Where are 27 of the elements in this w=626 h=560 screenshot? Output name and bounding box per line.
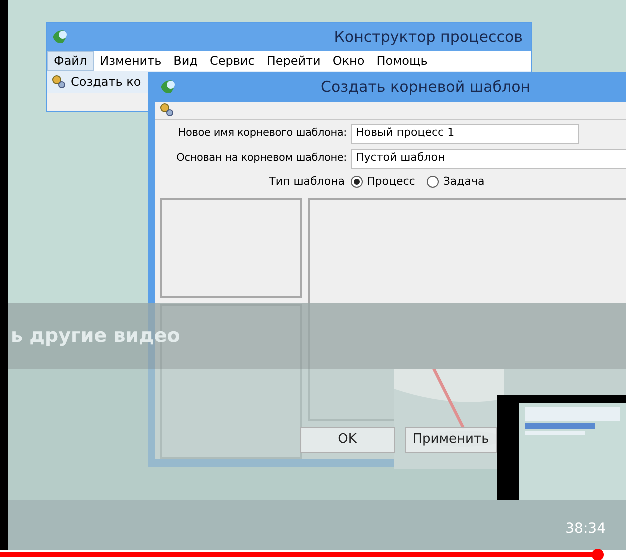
- menu-item[interactable]: Перейти: [260, 52, 327, 70]
- dialog-button[interactable]: Применить: [405, 427, 497, 453]
- text-field[interactable]: Новый процесс 1: [351, 124, 579, 144]
- menu-item[interactable]: Сервис: [204, 52, 261, 70]
- gear-icon: [51, 74, 67, 90]
- toolbar-button[interactable]: Создать ко: [71, 73, 142, 91]
- menu-item[interactable]: Помощь: [370, 52, 434, 70]
- menu-item[interactable]: Окно: [326, 52, 371, 70]
- video-time: 38:34: [566, 520, 606, 539]
- field-label: Основан на корневом шаблоне:: [176, 150, 348, 166]
- text-field[interactable]: Пустой шаблон: [351, 148, 626, 168]
- radio-option[interactable]: Задача: [427, 174, 485, 190]
- dialog-button[interactable]: OK: [300, 427, 395, 453]
- field-label: Тип шаблона: [268, 174, 346, 190]
- menu-item[interactable]: Изменить: [94, 52, 168, 70]
- overlay-title: ь другие видео: [11, 324, 180, 349]
- radio-button[interactable]: [427, 176, 440, 188]
- progress-track[interactable]: [0, 550, 626, 560]
- window-title: Конструктор процессов: [334, 26, 524, 48]
- field-label: Новое имя корневого шаблона:: [177, 126, 348, 141]
- progress-handle[interactable]: [592, 549, 604, 560]
- dialog-title: Создать корневой шаблон: [321, 76, 531, 98]
- menu-item[interactable]: Вид: [168, 52, 204, 70]
- radio-option[interactable]: Процесс: [351, 174, 416, 190]
- gear-icon: [159, 102, 175, 118]
- radio-button[interactable]: [351, 176, 363, 188]
- menu-item[interactable]: Файл: [47, 51, 94, 71]
